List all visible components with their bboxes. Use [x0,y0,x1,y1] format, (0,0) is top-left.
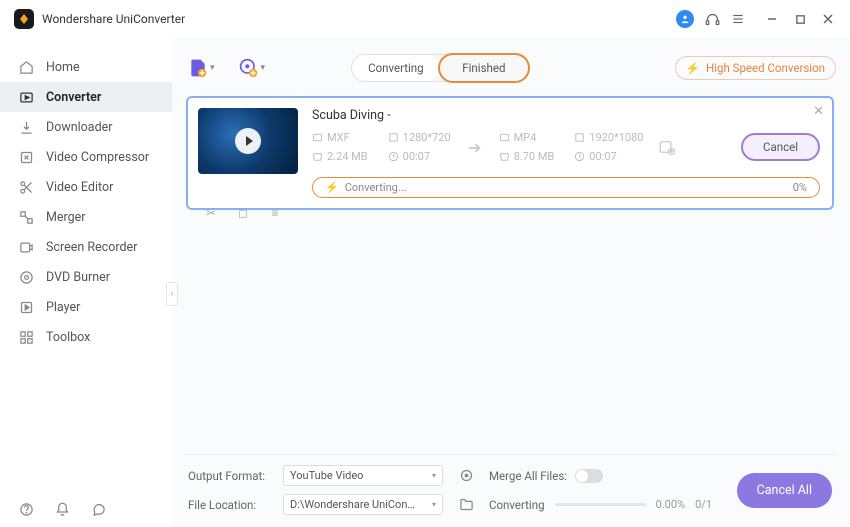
sidebar-item-label: Player [46,300,80,315]
disc-icon [18,269,34,285]
progress-status: Converting... [345,181,407,194]
sidebar-item-converter[interactable]: Converter [0,82,172,112]
bell-icon[interactable] [54,501,70,517]
chevron-down-icon: ▾ [210,63,215,73]
file-location-label: File Location: [188,498,273,512]
sidebar-item-label: Home [46,60,80,75]
chevron-down-icon: ▾ [261,63,266,73]
sidebar-item-label: Downloader [46,120,113,135]
open-folder-icon[interactable] [453,497,479,512]
video-thumbnail[interactable] [198,108,298,174]
tab-switch: Converting Finished [351,54,529,82]
merge-icon [18,209,34,225]
source-meta: MXF 1280*720 2.24 MB 00:07 [312,131,451,163]
progress-bar: ⚡ Converting... 0% [312,177,820,198]
headset-icon[interactable] [704,11,720,27]
task-title: Scuba Diving - [312,108,820,123]
cancel-all-button[interactable]: Cancel All [737,473,832,508]
download-icon [18,119,34,135]
compress-icon [18,149,34,165]
converting-label: Converting [489,498,545,512]
minimize-icon[interactable] [764,11,780,27]
bolt-icon: ⚡ [325,181,339,194]
home-icon [18,59,34,75]
sidebar-item-label: Video Compressor [46,150,149,165]
output-settings-icon[interactable] [453,468,479,483]
crop-icon[interactable]: ◻ [234,204,252,222]
converter-icon [18,89,34,105]
add-disc-button[interactable]: ▾ [239,58,266,78]
sidebar-item-label: Converter [46,90,101,105]
sidebar-item-label: Toolbox [46,330,90,345]
tab-converting[interactable]: Converting [352,55,440,81]
maximize-icon[interactable] [792,11,808,27]
sidebar-item-downloader[interactable]: Downloader [0,112,172,142]
trim-icon[interactable]: ✂ [202,204,220,222]
sidebar-item-merger[interactable]: Merger [0,202,172,232]
sidebar-item-label: Video Editor [46,180,113,195]
close-icon[interactable] [820,11,836,27]
add-file-button[interactable]: ▾ [188,58,215,78]
sidebar-item-label: Merger [46,210,86,225]
converting-percent: 0.00% [656,498,686,511]
arrow-right-icon: ➔ [457,138,493,157]
bolt-icon: ⚡ [686,61,700,75]
tab-finished[interactable]: Finished [440,55,528,81]
target-meta: MP4 1920*1080 8.70 MB 00:07 [499,131,644,163]
close-task-icon[interactable]: ✕ [813,104,824,119]
sidebar-item-home[interactable]: Home [0,52,172,82]
feedback-icon[interactable] [90,501,106,517]
sidebar-item-toolbox[interactable]: Toolbox [0,322,172,352]
app-title: Wondershare UniConverter [42,12,676,26]
grid-icon [18,329,34,345]
cancel-button[interactable]: Cancel [741,133,820,161]
help-icon[interactable] [18,501,34,517]
user-avatar-icon[interactable] [676,10,694,28]
main-panel: ▾ ▾ Converting Finished ⚡ High Speed Con… [172,38,850,527]
bottom-bar: Output Format: YouTube Video▾ Merge All … [184,454,836,527]
high-speed-label: High Speed Conversion [706,61,825,75]
menu-icon[interactable] [730,11,746,27]
output-format-label: Output Format: [188,469,273,483]
sidebar-item-player[interactable]: Player [0,292,172,322]
play-icon [235,128,261,154]
play-icon [18,299,34,315]
sidebar-item-editor[interactable]: Video Editor [0,172,172,202]
overall-progress-track [555,503,646,506]
title-bar: Wondershare UniConverter [0,0,850,38]
sidebar-item-compressor[interactable]: Video Compressor [0,142,172,172]
file-location-select[interactable]: D:\Wondershare UniConverter▾ [283,494,443,515]
chevron-down-icon: ▾ [432,500,436,509]
collapse-sidebar-icon[interactable]: ‹ [166,282,178,306]
output-format-select[interactable]: YouTube Video▾ [283,465,443,486]
sidebar-item-dvd[interactable]: DVD Burner [0,262,172,292]
merge-toggle[interactable] [575,469,603,483]
conversion-task-card: ✕ ✂ ◻ ≡ Scuba Diving - MXF [186,96,834,210]
sidebar-item-recorder[interactable]: Screen Recorder [0,232,172,262]
sidebar-item-label: DVD Burner [46,270,110,285]
converting-count: 0/1 [695,498,712,511]
app-logo [14,9,34,29]
scissors-icon [18,179,34,195]
record-icon [18,239,34,255]
sidebar: Home Converter Downloader Video Compress… [0,38,172,527]
chevron-down-icon: ▾ [432,471,436,480]
merge-label: Merge All Files: [489,469,567,483]
sidebar-item-label: Screen Recorder [46,240,137,255]
progress-percent: 0% [793,181,807,194]
high-speed-button[interactable]: ⚡ High Speed Conversion [675,56,836,80]
effects-icon[interactable]: ≡ [266,204,284,222]
output-settings-icon[interactable] [658,138,676,156]
